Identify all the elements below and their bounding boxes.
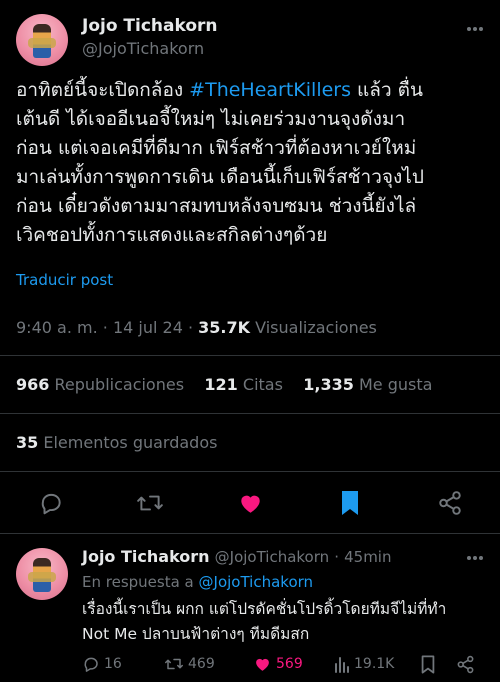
avatar-figure-accent xyxy=(28,38,56,48)
divider xyxy=(0,533,500,534)
reposts-stat[interactable]: 966 Republicaciones xyxy=(16,375,184,394)
tweet-text: อาทิตย์นี้จะเปิดกล้อง #TheHeartKillers แ… xyxy=(16,76,488,250)
reply-action-like[interactable]: 569 xyxy=(253,655,303,673)
meta-sep: · xyxy=(102,318,108,337)
reply-icon xyxy=(82,655,100,673)
share-icon[interactable] xyxy=(437,490,463,516)
replying-to-prefix: En respuesta a xyxy=(82,573,194,591)
hashtag-link[interactable]: #TheHeartKillers xyxy=(189,79,351,101)
author-handle[interactable]: @JojoTichakorn xyxy=(82,39,204,58)
repost-icon[interactable] xyxy=(136,490,164,516)
replying-to: En respuesta a @JojoTichakorn xyxy=(82,573,313,591)
reply-views-count: 19.1K xyxy=(354,656,395,672)
reposts-label: Republicaciones xyxy=(54,375,185,394)
translate-post-link[interactable]: Traducir post xyxy=(16,271,113,289)
reply-likes-count: 569 xyxy=(276,656,303,672)
reply-reposts-count: 469 xyxy=(188,656,215,672)
reply-action-repost[interactable]: 469 xyxy=(164,655,215,673)
quotes-label: Citas xyxy=(242,375,283,394)
views-count: 35.7K xyxy=(198,318,251,337)
reply-bookmark-icon[interactable] xyxy=(421,655,435,674)
bookmarks-stat[interactable]: 35 Elementos guardados xyxy=(16,433,217,452)
divider xyxy=(0,355,500,356)
likes-label: Me gusta xyxy=(358,375,433,394)
reply-time[interactable]: 45min xyxy=(344,548,391,566)
bookmarks-count: 35 xyxy=(16,433,39,452)
reply-icon[interactable] xyxy=(38,490,64,516)
bookmarks-label: Elementos guardados xyxy=(43,433,218,452)
reply-more-options-icon[interactable] xyxy=(466,555,484,561)
divider xyxy=(0,471,500,472)
reply-text: เรื่องนี้เราเป็น ผกก แต่โปรดัคชั่นโปรดิ้… xyxy=(82,600,447,643)
reply-replies-count: 16 xyxy=(104,656,122,672)
tweet-date[interactable]: 14 jul 24 xyxy=(113,318,183,337)
like-icon-filled[interactable] xyxy=(237,490,264,516)
reply-share-icon[interactable] xyxy=(456,655,475,674)
reply-author-handle[interactable]: @JojoTichakorn xyxy=(215,548,330,566)
stats-row: 966 Republicaciones 121 Citas 1,335 Me g… xyxy=(16,375,432,394)
tweet-text-line1-pre: อาทิตย์นี้จะเปิดกล้อง xyxy=(16,79,190,101)
likes-stat[interactable]: 1,335 Me gusta xyxy=(303,375,432,394)
tweet-text-rest: เต้นดี ได้เจออีเนอจี้ใหม่ๆ ไม่เคยร่วมงาน… xyxy=(16,108,424,246)
reply-author-name[interactable]: Jojo Tichakorn xyxy=(82,547,210,566)
meta-sep: · xyxy=(187,318,194,337)
author-avatar[interactable] xyxy=(16,14,68,66)
views-chart-icon xyxy=(334,655,350,673)
quotes-count: 121 xyxy=(204,375,238,394)
more-options-icon[interactable] xyxy=(466,26,484,32)
reply-action-views[interactable]: 19.1K xyxy=(334,655,394,673)
like-icon-filled xyxy=(253,655,272,673)
avatar-figure-accent xyxy=(28,572,56,582)
reposts-count: 966 xyxy=(16,375,50,394)
reply-action-reply[interactable]: 16 xyxy=(82,655,122,673)
quotes-stat[interactable]: 121 Citas xyxy=(204,375,283,394)
bookmark-icon-filled[interactable] xyxy=(340,489,360,517)
views-label: Visualizaciones xyxy=(255,318,377,337)
tweet-time[interactable]: 9:40 a. m. xyxy=(16,318,98,337)
tweet-meta: 9:40 a. m. · 14 jul 24 · 35.7K Visualiza… xyxy=(16,318,377,337)
repost-icon xyxy=(164,655,184,673)
reply-avatar[interactable] xyxy=(16,548,68,600)
replying-to-handle[interactable]: @JojoTichakorn xyxy=(199,573,314,591)
likes-count: 1,335 xyxy=(303,375,354,394)
author-name[interactable]: Jojo Tichakorn xyxy=(82,16,218,36)
reply-header: Jojo Tichakorn @JojoTichakorn · 45min xyxy=(82,547,391,566)
tweet-text-line1-post: แล้ว ตื่น xyxy=(351,79,423,101)
reply-sep: · xyxy=(334,548,340,566)
divider xyxy=(0,413,500,414)
